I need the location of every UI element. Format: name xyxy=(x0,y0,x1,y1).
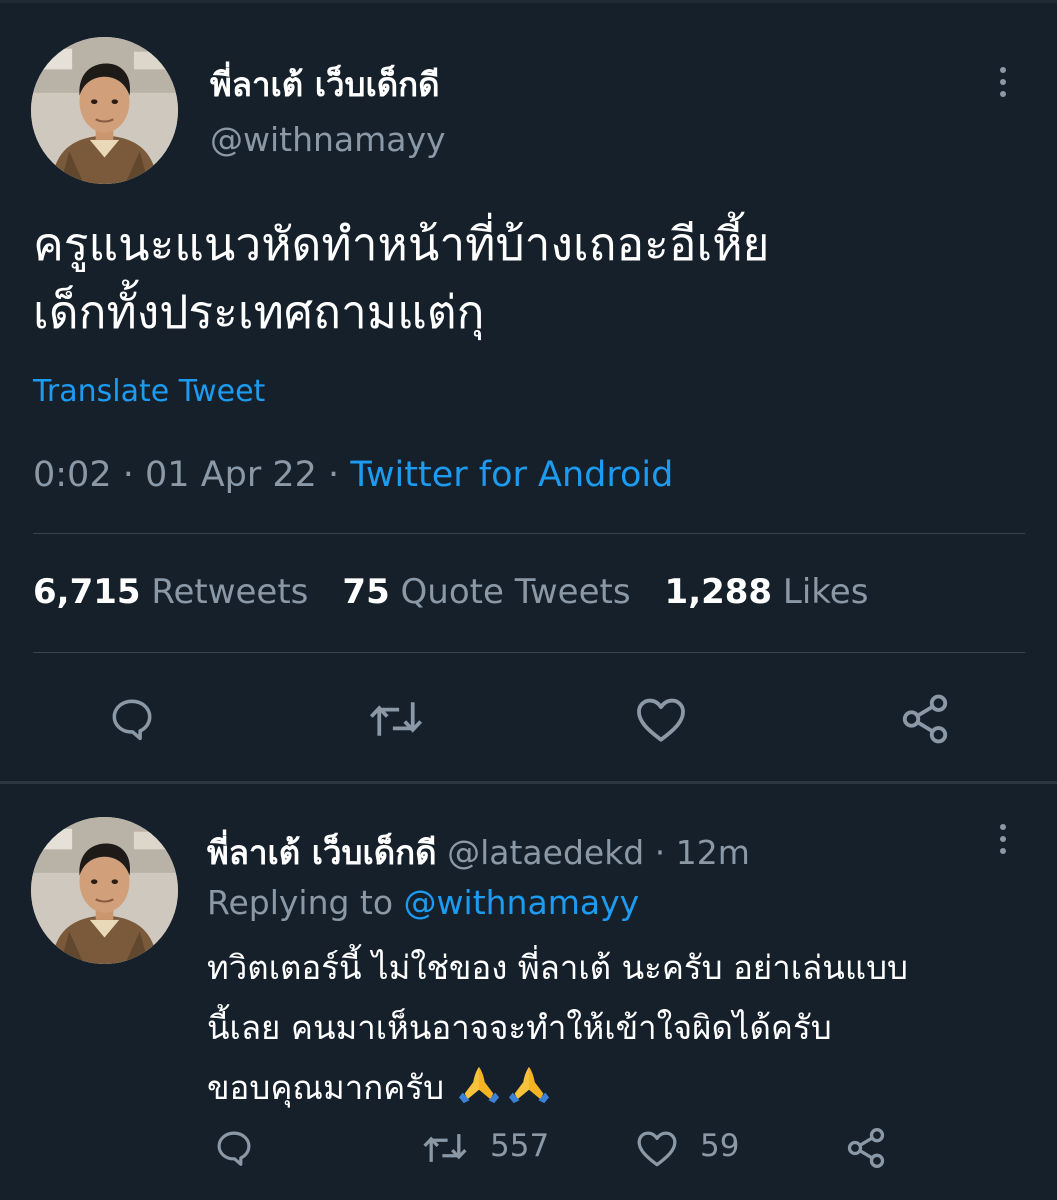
tweet-time[interactable]: 0:02 xyxy=(33,455,112,495)
retweet-button[interactable] xyxy=(366,696,426,742)
reply-avatar[interactable] xyxy=(31,817,178,964)
folded-hands-icon xyxy=(458,1066,500,1104)
reply-like-count: 59 xyxy=(700,1128,740,1164)
more-icon[interactable] xyxy=(983,58,1023,106)
divider xyxy=(33,533,1025,534)
like-button[interactable] xyxy=(634,694,688,744)
retweets-count: 6,715 xyxy=(33,572,141,612)
replying-to: Replying to @withnamayy xyxy=(207,883,639,922)
main-tweet: พี่ลาเต้ เว็บเด็กดี @withnamayy ครูแนะแน… xyxy=(0,0,1057,783)
user-handle[interactable]: @withnamayy xyxy=(210,120,446,159)
reply-icon xyxy=(217,1131,251,1166)
avatar-image xyxy=(31,817,178,964)
replying-prefix: Replying to xyxy=(207,883,394,922)
tweet-meta: 0:02 · 01 Apr 22 · Twitter for Android xyxy=(33,455,673,495)
reply-text: ทวิตเตอร์นี้ ไม่ใช่ของ พี่ลาเต้ นะครับ อ… xyxy=(207,938,1037,1118)
share-icon xyxy=(902,694,948,744)
meta-separator: · xyxy=(328,455,340,495)
retweets-stat[interactable]: 6,715 Retweets xyxy=(33,572,308,612)
folded-hands-icon xyxy=(508,1066,550,1104)
reply-like-button[interactable] xyxy=(635,1128,679,1168)
reply-retweet-button[interactable] xyxy=(420,1129,470,1167)
quote-tweets-count: 75 xyxy=(342,572,390,612)
reply-separator: · xyxy=(654,833,666,872)
likes-stat[interactable]: 1,288 Likes xyxy=(665,572,869,612)
emoji-group xyxy=(456,1063,552,1105)
reply-reply-button[interactable] xyxy=(213,1127,255,1169)
reply-button[interactable] xyxy=(106,694,158,744)
reply-icon xyxy=(112,699,152,741)
translate-tweet-link[interactable]: Translate Tweet xyxy=(33,374,265,409)
tweet-date[interactable]: 01 Apr 22 xyxy=(145,455,317,495)
retweet-icon xyxy=(369,702,423,736)
more-icon[interactable] xyxy=(983,815,1023,863)
quote-tweets-stat[interactable]: 75 Quote Tweets xyxy=(342,572,630,612)
like-icon xyxy=(637,1131,677,1167)
reply-body: ทวิตเตอร์นี้ ไม่ใช่ของ พี่ลาเต้ นะครับ อ… xyxy=(207,948,908,1107)
divider xyxy=(33,652,1025,653)
tweet-stats: 6,715 Retweets 75 Quote Tweets 1,288 Lik… xyxy=(33,572,868,612)
share-icon xyxy=(847,1128,885,1168)
avatar-image xyxy=(31,37,178,184)
quote-tweets-label: Quote Tweets xyxy=(400,572,631,612)
section-divider xyxy=(0,781,1057,784)
display-name[interactable]: พี่ลาเต้ เว็บเด็กดี xyxy=(210,58,440,111)
tweet-text: ครูแนะแนวหัดทำหน้าที่บ้างเถอะอีเหี้ย เด็… xyxy=(33,217,770,339)
replying-mention[interactable]: @withnamayy xyxy=(404,883,640,922)
reply-time[interactable]: 12m xyxy=(676,833,750,872)
share-button[interactable] xyxy=(898,692,952,746)
likes-count: 1,288 xyxy=(664,572,773,612)
like-icon xyxy=(637,698,685,742)
likes-label: Likes xyxy=(782,572,869,612)
reply-handle[interactable]: @lataedekd xyxy=(447,833,644,872)
reply-display-name[interactable]: พี่ลาเต้ เว็บเด็กดี xyxy=(207,833,437,872)
avatar[interactable] xyxy=(31,37,178,184)
reply-retweet-count: 557 xyxy=(490,1128,550,1164)
reply-header: พี่ลาเต้ เว็บเด็กดี @lataedekd · 12m xyxy=(207,826,750,879)
retweets-label: Retweets xyxy=(151,572,309,612)
tweet-source-link[interactable]: Twitter for Android xyxy=(350,455,673,495)
meta-separator: · xyxy=(122,455,134,495)
retweet-icon xyxy=(423,1134,467,1162)
reply-share-button[interactable] xyxy=(844,1126,888,1170)
